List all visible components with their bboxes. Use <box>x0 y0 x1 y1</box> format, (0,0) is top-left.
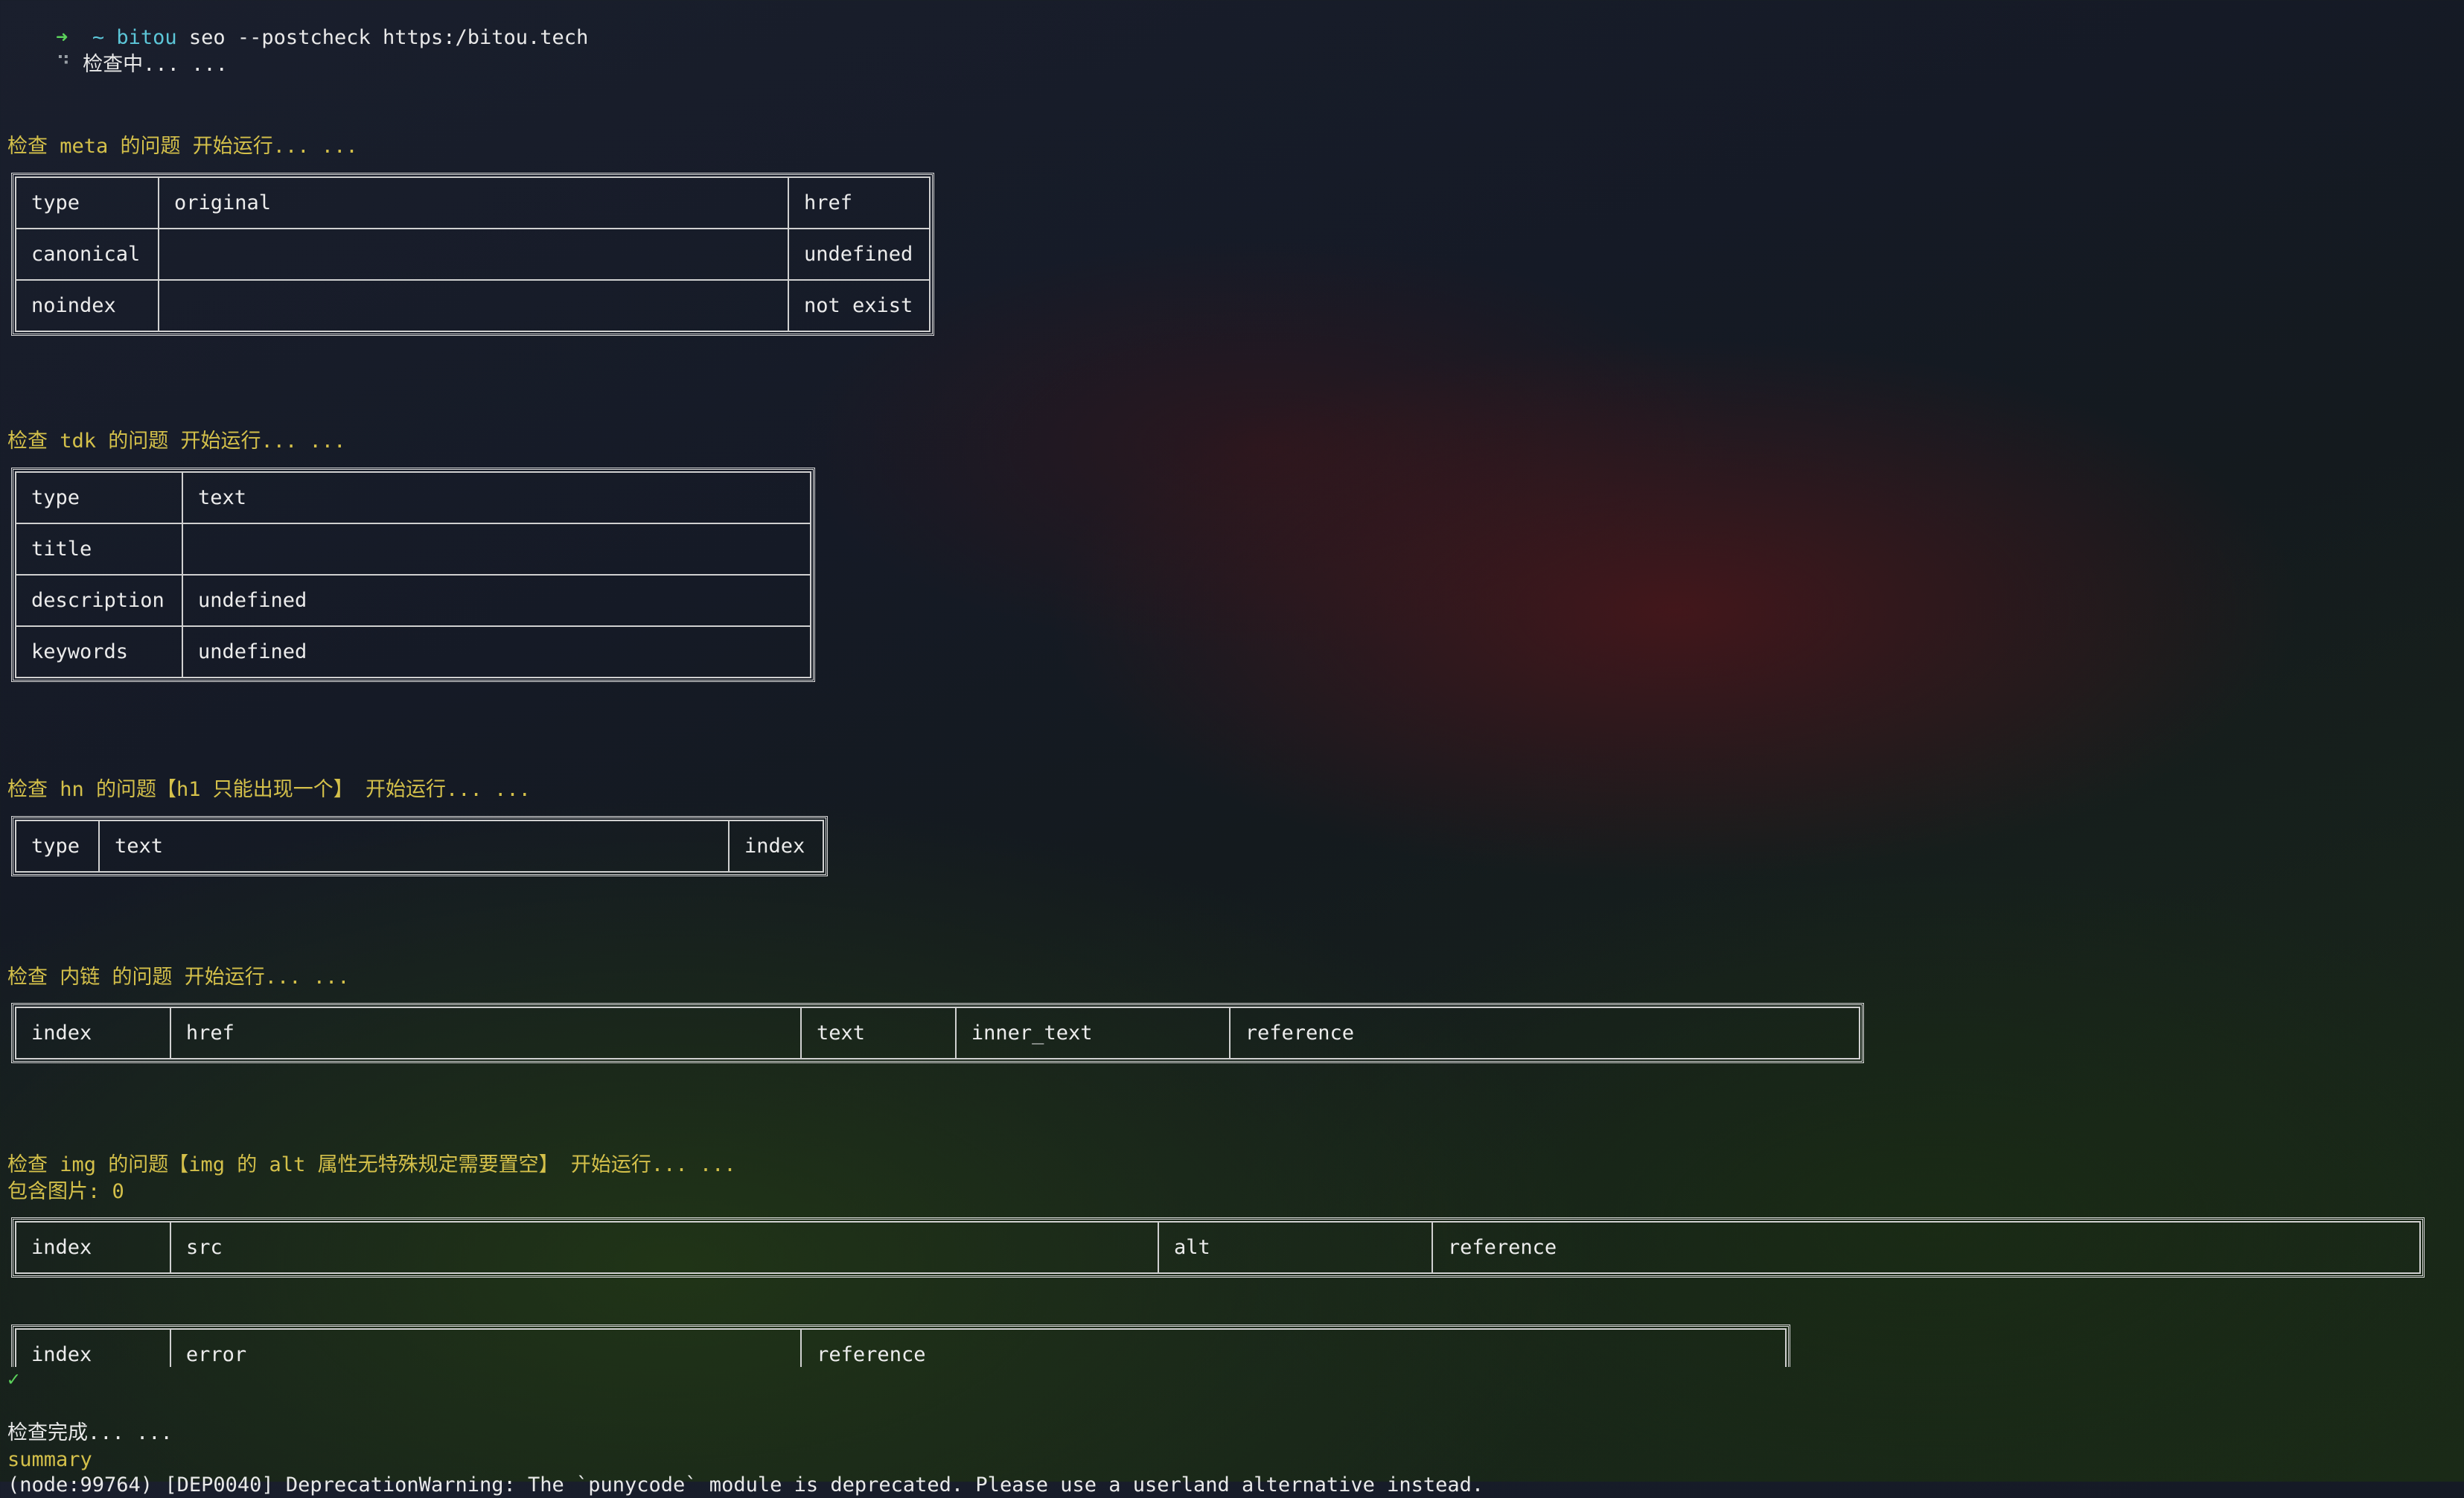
table-row: index href text inner_text reference <box>15 1007 1861 1059</box>
table-cell: href <box>788 176 931 229</box>
table-row: noindex not exist <box>15 279 931 332</box>
img-table-body: index src alt reference <box>15 1221 2422 1274</box>
table-cell: description <box>15 574 183 627</box>
tdk-table-body: type text title description undefined keyword… <box>15 471 812 678</box>
checkmark-icon: ✓ <box>7 1368 20 1391</box>
table-cell: text <box>800 1007 957 1059</box>
table-row: type original href <box>15 176 931 229</box>
table-cell: href <box>169 1007 802 1059</box>
meta-section-header: 检查 meta 的问题 开始运行... ... <box>7 135 358 158</box>
table-row: description undefined <box>15 574 812 627</box>
table-cell: undefined <box>788 228 931 281</box>
table-cell: undefined <box>181 625 812 678</box>
table-cell <box>181 523 812 576</box>
error-table-body: index error reference <box>15 1328 1787 1367</box>
table-cell: error <box>169 1328 802 1367</box>
table-row: type text <box>15 471 812 524</box>
table-cell: reference <box>1228 1007 1861 1059</box>
table-cell: reference <box>800 1328 1787 1367</box>
table-cell: noindex <box>15 279 159 332</box>
table-cell: alt <box>1158 1221 1433 1274</box>
table-row: index error reference <box>15 1328 1787 1367</box>
table-cell: index <box>15 1007 171 1059</box>
checking-line: ⠙ 检查中... ... <box>7 27 228 103</box>
table-cell: type <box>15 176 159 229</box>
table-cell: inner_text <box>954 1007 1231 1059</box>
table-cell: type <box>15 820 100 873</box>
table-cell: title <box>15 523 183 576</box>
error-table: index error reference <box>11 1325 1790 1367</box>
img-table: index src alt reference <box>11 1217 2425 1278</box>
table-row: canonical undefined <box>15 228 931 281</box>
table-cell: keywords <box>15 625 183 678</box>
table-cell: not exist <box>788 279 931 332</box>
table-cell: original <box>157 176 790 229</box>
deprecation-warning: (node:99764) [DEP0040] DeprecationWarnin… <box>7 1473 1484 1497</box>
command-args: seo --postcheck https:/bitou.tech <box>188 26 589 49</box>
img-count: 包含图片: 0 <box>7 1180 124 1203</box>
table-cell: reference <box>1431 1221 2422 1274</box>
hn-section-header: 检查 hn 的问题【h1 只能出现一个】 开始运行... ... <box>7 778 531 801</box>
link-section-header: 检查 内链 的问题 开始运行... ... <box>7 966 350 989</box>
terminal-window[interactable]: ➜ ~ bitou seo --postcheck https:/bitou.t… <box>0 0 2464 1497</box>
meta-table: type original href canonical undefined noinde… <box>11 173 934 336</box>
table-row: title <box>15 523 812 576</box>
table-cell: text <box>181 471 812 524</box>
table-cell <box>157 228 790 281</box>
meta-table-body: type original href canonical undefined noinde… <box>15 176 931 332</box>
table-cell: src <box>169 1221 1160 1274</box>
checking-text: 检查中... ... <box>83 53 228 76</box>
table-row: type text index <box>15 820 824 873</box>
tdk-section-header: 检查 tdk 的问题 开始运行... ... <box>7 430 346 453</box>
table-cell: undefined <box>181 574 812 627</box>
img-section-header: 检查 img 的问题【img 的 alt 属性无特殊规定需要置空】 开始运行..… <box>7 1153 736 1176</box>
link-table-body: index href text inner_text reference <box>15 1007 1861 1059</box>
table-cell <box>157 279 790 332</box>
table-cell: type <box>15 471 183 524</box>
table-cell: index <box>15 1328 171 1367</box>
table-cell: index <box>15 1221 171 1274</box>
table-row: keywords undefined <box>15 625 812 678</box>
link-table: index href text inner_text reference <box>11 1003 1864 1063</box>
spinner-icon: ⠙ <box>56 53 71 76</box>
table-cell: index <box>728 820 824 873</box>
summary-line: summary <box>7 1448 92 1471</box>
table-cell: canonical <box>15 228 159 281</box>
table-cell: text <box>98 820 730 873</box>
table-row: index src alt reference <box>15 1221 2422 1274</box>
error-table-clip: index error reference <box>0 1318 2464 1367</box>
hn-table: type text index <box>11 816 828 876</box>
done-line: 检查完成... ... <box>7 1421 173 1444</box>
hn-table-body: type text index <box>15 820 824 873</box>
tdk-table: type text title description undefined keyword… <box>11 468 815 682</box>
